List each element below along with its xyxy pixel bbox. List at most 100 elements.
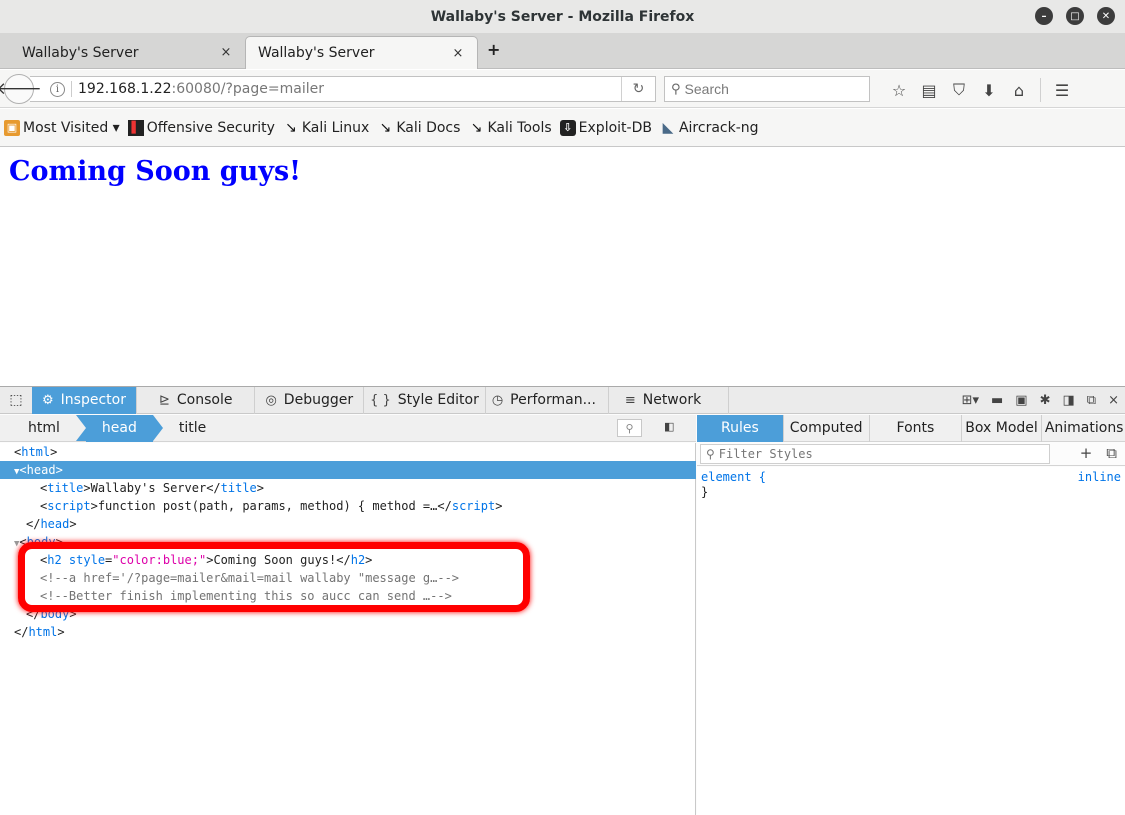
add-rule-icon[interactable]: + (1080, 444, 1093, 462)
markup-view: <html> ▼<head> <title>Wallaby's Server</… (0, 443, 696, 815)
inspector-icon: ⚙ (42, 392, 54, 408)
tag-name: html (28, 625, 58, 639)
element-picker-icon[interactable]: ⬚ (0, 387, 32, 414)
tab-label: Style Editor (397, 392, 479, 408)
url-host: 192.168.1.22 (78, 81, 172, 97)
page-heading: Coming Soon guys! (9, 156, 302, 187)
filter-buttons: + ⧉ (1080, 444, 1117, 462)
exploit-db-icon: ⇩ (559, 119, 576, 136)
filter-styles-field[interactable]: ⚲ (700, 443, 1050, 464)
tab-fonts[interactable]: Fonts (870, 414, 963, 442)
tab-label: Console (176, 392, 233, 408)
breadcrumb-title[interactable]: title (163, 415, 222, 442)
bookmark-kali-linux[interactable]: ↘ Kali Linux (283, 120, 369, 136)
settings-gear-icon[interactable]: ✱ (1040, 393, 1051, 408)
node-text: function post(path, params, method) { me… (97, 499, 438, 513)
markup-node-html[interactable]: <html> (0, 443, 696, 461)
tab-box-model[interactable]: Box Model (962, 414, 1042, 442)
markup-node-title[interactable]: <title>Wallaby's Server</title> (0, 479, 696, 497)
split-console-icon[interactable]: ▬ (991, 393, 1003, 408)
bookmark-label: Offensive Security (146, 119, 275, 136)
breadcrumb-html[interactable]: html (0, 415, 76, 442)
expand-twisty-icon[interactable]: ▼ (14, 467, 19, 477)
breadcrumb: html head title ⚲ ◧ (0, 414, 696, 442)
responsive-design-icon[interactable]: ▣ (1015, 393, 1027, 408)
node-text: Wallaby's Server (90, 481, 207, 495)
downloads-icon[interactable]: ⬇ (974, 79, 1004, 101)
tab-close-icon[interactable]: × (219, 45, 233, 60)
markup-node-html-close[interactable]: </html> (0, 623, 696, 641)
rules-sidebar-tabs: Rules Computed Fonts Box Model Animation… (697, 414, 1125, 442)
window-titlebar: Wallaby's Server - Mozilla Firefox – □ ✕ (0, 0, 1125, 33)
tab-debugger[interactable]: ◎ Debugger (255, 386, 365, 414)
markup-node-head-close[interactable]: </head> (0, 515, 696, 533)
tag-name: html (21, 445, 51, 459)
tab-rules[interactable]: Rules (697, 414, 784, 442)
bookmark-aircrack-ng[interactable]: ◣ Aircrack-ng (660, 120, 759, 136)
bookmark-offensive-security[interactable]: ▌ Offensive Security (127, 119, 275, 136)
home-icon[interactable]: ⌂ (1004, 79, 1034, 101)
divider (71, 81, 72, 97)
highlight-annotation (18, 542, 530, 612)
tab-wallaby-2[interactable]: Wallaby's Server × (245, 36, 478, 69)
pocket-icon[interactable]: ⛉ (944, 79, 974, 101)
search-bar[interactable]: ⚲ (664, 76, 870, 102)
tab-wallaby-1[interactable]: Wallaby's Server × (10, 36, 245, 69)
devtools-toolbar-buttons: ⊞▾ ▬ ▣ ✱ ◨ ⧉ × (962, 387, 1119, 414)
undock-window-icon[interactable]: ⧉ (1087, 393, 1096, 408)
tag-name: head (40, 517, 70, 531)
tab-inspector[interactable]: ⚙ Inspector (32, 386, 137, 414)
window-title: Wallaby's Server - Mozilla Firefox (430, 8, 695, 25)
bookmark-kali-tools[interactable]: ↘ Kali Tools (468, 120, 552, 136)
sidebar-toggle-icon[interactable]: ◧ (664, 420, 674, 433)
markup-node-script[interactable]: <script>function post(path, params, meth… (0, 497, 696, 515)
minimize-icon[interactable]: – (1035, 7, 1053, 25)
filter-search-icon: ⚲ (706, 446, 715, 461)
tab-animations[interactable]: Animations (1042, 415, 1125, 442)
rule-source[interactable]: inline (1078, 470, 1121, 484)
url-bar[interactable]: i 192.168.1.22 :60080/?page=mailer ↻ (30, 76, 656, 102)
bookmark-label: Most Visited ▾ (23, 119, 120, 136)
tab-network[interactable]: ≡ Network (609, 386, 729, 414)
menu-icon[interactable]: ☰ (1047, 79, 1077, 101)
tab-style-editor[interactable]: { } Style Editor (364, 386, 486, 414)
navigation-bar: i 192.168.1.22 :60080/?page=mailer ↻ 🡐 ⚲… (0, 70, 1125, 108)
folder-icon: ▣ (4, 119, 20, 136)
new-tab-button[interactable]: + (487, 40, 500, 59)
dock-side-icon[interactable]: ◨ (1063, 393, 1075, 408)
debugger-icon: ◎ (265, 392, 277, 408)
breadcrumb-head[interactable]: head (75, 414, 163, 442)
tab-console[interactable]: ⊵ Console (137, 386, 256, 414)
tag-name: title (47, 481, 84, 495)
rule-selector[interactable]: element { (701, 470, 766, 484)
tab-computed[interactable]: Computed (784, 414, 870, 442)
rule-close-brace: } (701, 485, 709, 499)
close-window-icon[interactable]: ✕ (1097, 7, 1115, 25)
expand-twisty-icon[interactable]: ▼ (14, 539, 19, 549)
search-input[interactable] (684, 81, 855, 97)
bookmark-star-icon[interactable]: ☆ (884, 79, 914, 101)
reading-list-icon[interactable]: ▤ (914, 79, 944, 101)
markup-search-icon[interactable]: ⚲ (617, 419, 642, 437)
divider (1040, 78, 1041, 102)
window-controls: – □ ✕ (1035, 7, 1115, 25)
performance-icon: ◷ (491, 392, 504, 408)
style-editor-icon: { } (370, 392, 391, 408)
close-devtools-icon[interactable]: × (1108, 393, 1119, 408)
back-button[interactable]: 🡐 (0, 74, 42, 104)
tab-label: Inspector (60, 392, 126, 408)
info-icon[interactable]: i (50, 81, 65, 97)
maximize-icon[interactable]: □ (1066, 7, 1084, 25)
reload-icon[interactable]: ↻ (621, 77, 655, 101)
offsec-icon: ▌ (127, 119, 144, 136)
bookmark-kali-docs[interactable]: ↘ Kali Docs (377, 120, 460, 136)
filter-styles-input[interactable] (718, 446, 1019, 461)
bookmark-exploit-db[interactable]: ⇩ Exploit-DB (559, 119, 652, 136)
frame-select-icon[interactable]: ⊞▾ (962, 393, 979, 408)
tab-close-icon[interactable]: × (451, 46, 465, 61)
toolbar-icons: ☆ ▤ ⛉ ⬇ ⌂ ☰ (884, 78, 1077, 102)
bookmark-most-visited[interactable]: ▣ Most Visited ▾ (4, 119, 120, 136)
pseudo-class-icon[interactable]: ⧉ (1106, 444, 1117, 462)
markup-node-head[interactable]: ▼<head> (0, 461, 696, 479)
tab-performance[interactable]: ◷ Performan... (486, 386, 609, 414)
